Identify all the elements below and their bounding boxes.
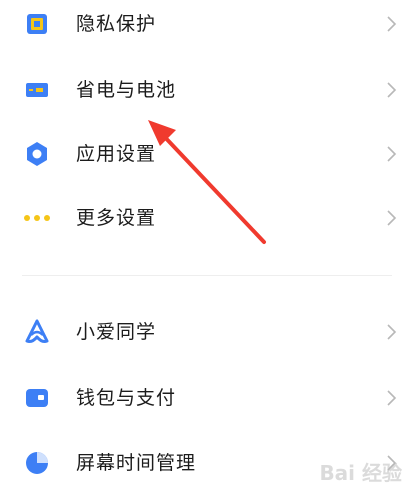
watermark: Bai 经验 bbox=[319, 461, 402, 485]
annotation-arrow bbox=[148, 120, 266, 244]
